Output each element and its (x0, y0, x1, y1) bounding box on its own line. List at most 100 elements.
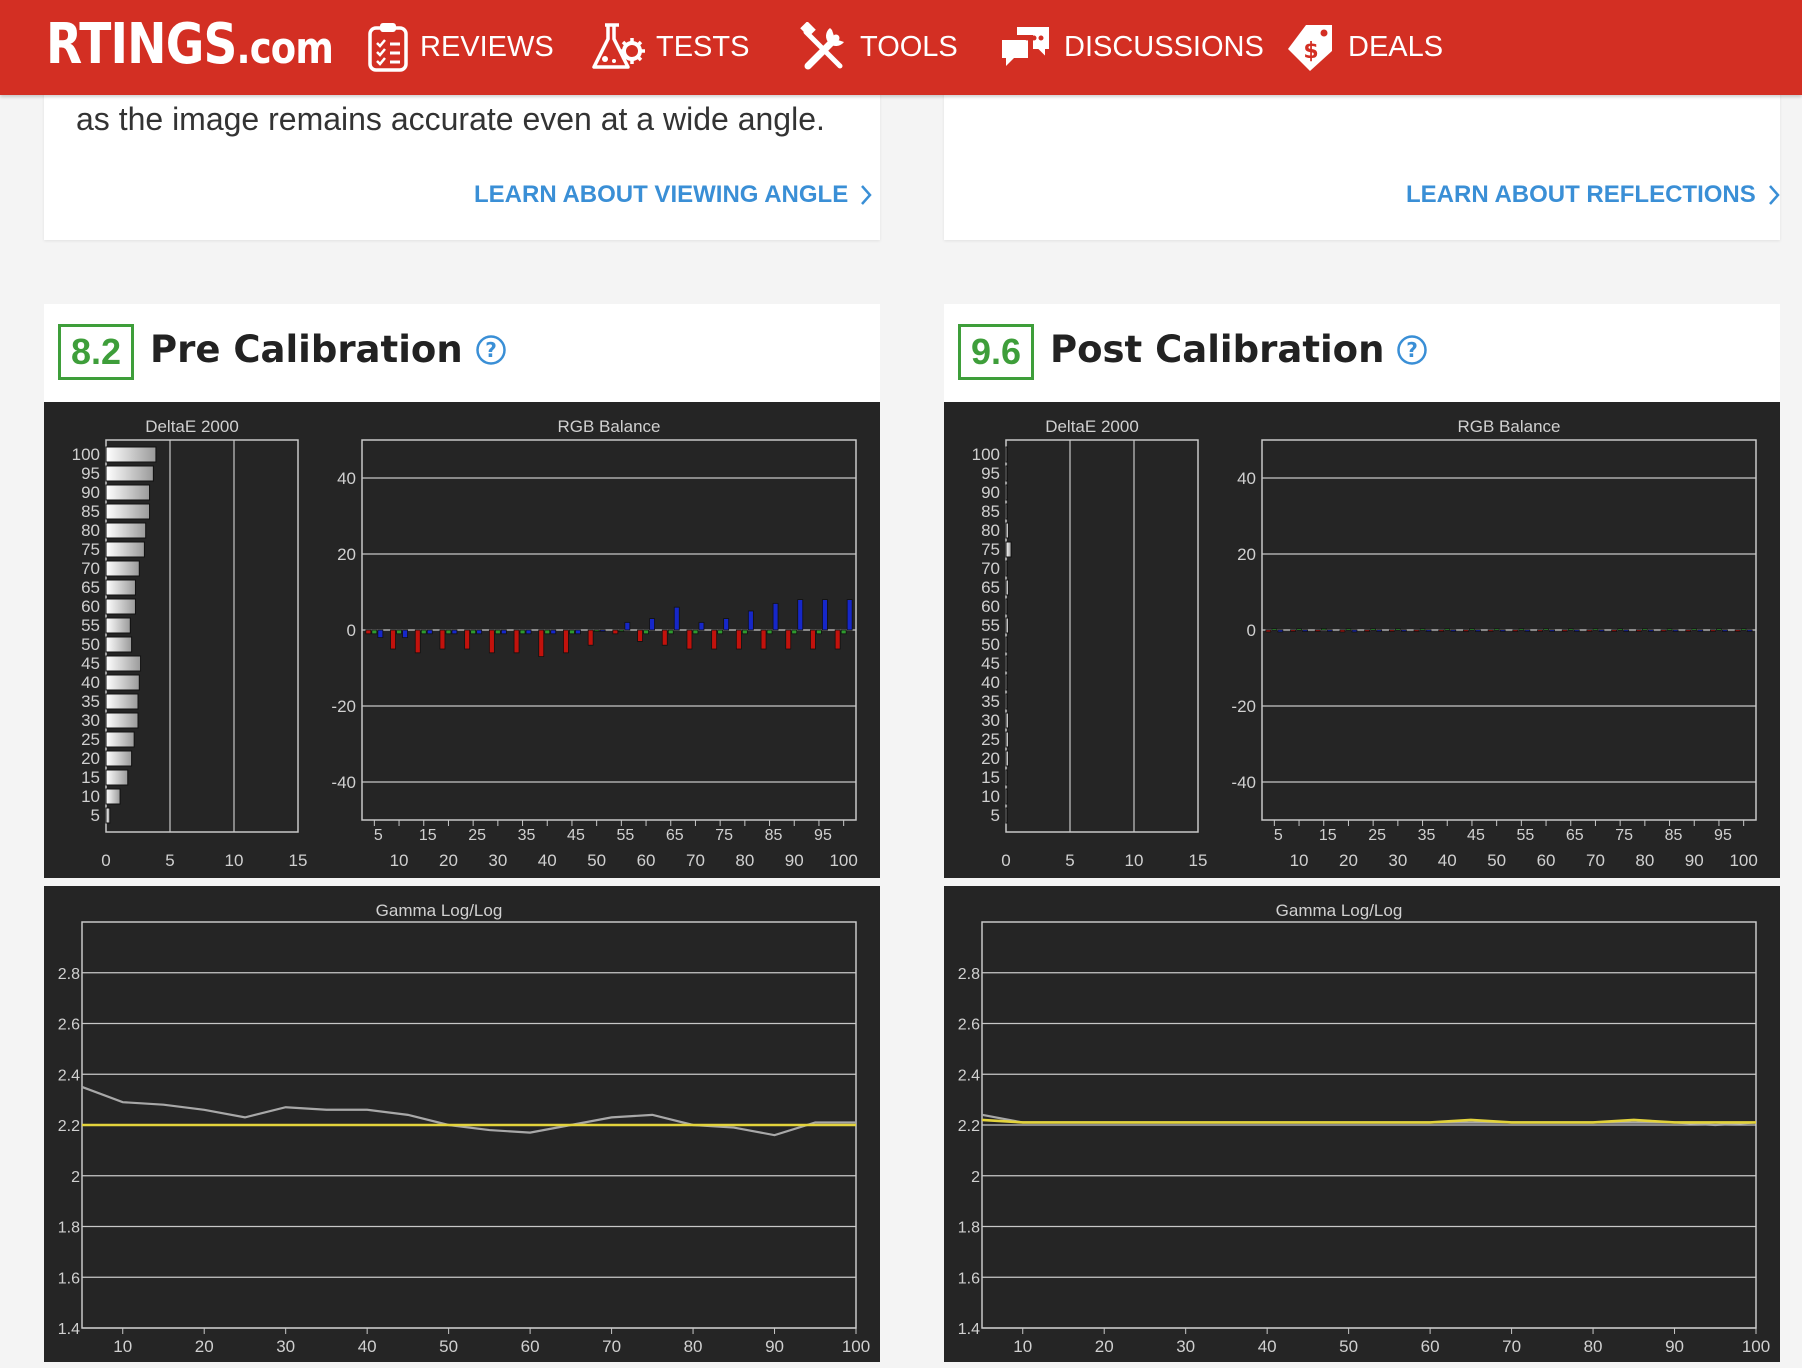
pre-calibration-title: Pre Calibration ? (150, 328, 507, 371)
gamma-x-tick-label: 50 (1339, 1337, 1358, 1356)
gamma-x-tick-label: 90 (765, 1337, 784, 1356)
deltae-y-tick-label: 95 (981, 464, 1000, 483)
rgb-y-tick-label: 0 (347, 621, 356, 640)
deltae-bar (105, 579, 136, 596)
rgb-bar-blue (698, 621, 705, 631)
deltae-bar (1005, 465, 1008, 482)
learn-viewing-angle-link[interactable]: LEARN ABOUT VIEWING ANGLE (474, 181, 872, 209)
rgb-bar-green (519, 629, 526, 635)
gamma-y-tick-label: 2 (71, 1169, 80, 1186)
rgb-bar-red (1611, 629, 1618, 632)
deltae-y-tick-label: 80 (81, 521, 100, 540)
deltae-bar (105, 655, 142, 672)
rgb-bar-green (1394, 628, 1401, 631)
rgb-bar-blue (599, 629, 606, 632)
deltae-bar (105, 503, 151, 520)
gamma-y-tick-label: 2.4 (58, 1067, 80, 1084)
deltae-x-tick-label: 5 (165, 851, 174, 870)
rgb-bar-red (1364, 629, 1371, 632)
gamma-x-tick-label: 100 (842, 1337, 870, 1356)
deltae-bar (1005, 788, 1008, 805)
rgb-bar-red (390, 629, 396, 650)
post-deltae-rgb-chart: DeltaE 20000 5 10 1510095908580757065605550… (972, 417, 1758, 870)
deltae-x-tick-label: 15 (1189, 851, 1208, 870)
nav-deals[interactable]: $ DEALS (1286, 20, 1443, 74)
pre-calibration-header: 8.2 Pre Calibration ? (44, 304, 880, 402)
rgb-bar-red (1463, 629, 1469, 632)
deltae-x-tick-label: 0 (1001, 851, 1010, 870)
rgb-bar-blue (377, 629, 384, 638)
deltae-bar (1005, 693, 1008, 710)
rgb-bar-green (618, 629, 625, 632)
rtings-logo[interactable]: RTINGS.com (46, 12, 334, 77)
gamma-x-tick-label: 10 (113, 1337, 132, 1356)
gamma-y-tick-label: 2.8 (58, 966, 80, 983)
deltae-bar (105, 636, 133, 653)
rgb-bar-red (686, 629, 693, 650)
rgb-bar-green (840, 629, 847, 635)
gamma-x-tick-label: 100 (1742, 1337, 1770, 1356)
rgb-bar-green (741, 629, 748, 635)
deltae-bar (1005, 484, 1008, 501)
rgb-bar-red (488, 629, 495, 654)
nav-discussions[interactable]: DISCUSSIONS (998, 20, 1264, 74)
rgb-bar-red (711, 629, 718, 650)
rgb-bar-red (1561, 629, 1568, 632)
learn-reflections-link[interactable]: LEARN ABOUT REFLECTIONS (1406, 181, 1780, 209)
rgb-bar-red (1314, 629, 1321, 632)
rgb-bar-blue (1425, 629, 1432, 632)
rgb-bar-green (791, 629, 798, 635)
gamma-x-tick-label: 50 (439, 1337, 458, 1356)
rgb-x-tick-label: 90 (1685, 851, 1704, 870)
pre-calibration-title-text: Pre Calibration (150, 328, 463, 371)
rgb-y-tick-label: -40 (331, 773, 356, 792)
gamma-y-tick-label: 2.2 (958, 1118, 980, 1135)
pre-calibration-charts: DeltaE 2000 0 5 10 15 100 95 90 85 80 75 70 65 60 55 50… (44, 402, 880, 878)
rgb-bar-green (494, 629, 501, 635)
nav-reviews[interactable]: REVIEWS (366, 20, 554, 74)
pre-deltae-rgb-chart: DeltaE 20000 5 10 1510095908580757065605550… (72, 417, 858, 870)
deltae-y-tick-label: 55 (981, 616, 1000, 635)
price-tag-icon: $ (1288, 25, 1332, 71)
rgb-y-tick-label: 20 (337, 545, 356, 564)
deltae-y-tick-label: 85 (981, 502, 1000, 521)
rgb-bar-green (1543, 628, 1549, 631)
rgb-x-tick-label: 70 (1586, 851, 1605, 870)
rgb-bar-blue (772, 602, 779, 631)
rgb-bar-blue (1623, 629, 1630, 632)
gamma-x-tick-label: 70 (602, 1337, 621, 1356)
deltae-frame (1005, 439, 1199, 833)
rgb-x-tick-label: 35 (1418, 827, 1436, 844)
chat-bubbles-icon (1002, 25, 1051, 66)
help-question-icon[interactable]: ? (475, 334, 507, 366)
rgb-bar-green (1567, 628, 1574, 631)
rgb-x-tick-label: 50 (587, 851, 606, 870)
deltae-y-tick-label: 55 (81, 616, 100, 635)
top-navigation-bar: RTINGS.com REVIEWS TESTS TOOLS DISCUSSIO… (0, 0, 1802, 95)
nav-tools[interactable]: TOOLS (800, 20, 958, 74)
rgb-x-tick-label: 45 (567, 827, 585, 844)
rgb-bar-green (1271, 628, 1278, 631)
deltae-bar (1005, 636, 1008, 653)
deltae-y-tick-label: 60 (981, 597, 1000, 616)
rgb-bar-green (717, 629, 724, 635)
gamma-y-tick-label: 1.4 (958, 1321, 980, 1338)
post-gamma-panel: Gamma Log/Log 2.8 2.6 2.4 2.2 2 1.8 1.6 1.4 10 20 3… (944, 886, 1780, 1362)
rgb-x-tick-label: 75 (1615, 827, 1633, 844)
deltae-y-tick-label: 20 (81, 749, 100, 768)
deltae-y-tick-label: 15 (81, 768, 100, 787)
rgb-bar-red (661, 629, 668, 646)
rgb-bar-green (1666, 628, 1673, 631)
deltae-bar (1005, 541, 1012, 558)
rgb-bar-red (735, 629, 742, 650)
deltae-y-tick-label: 80 (981, 521, 1000, 540)
deltae-bar (105, 712, 139, 729)
rgb-bar-red (414, 629, 421, 654)
nav-tests[interactable]: TESTS (590, 20, 749, 74)
rgb-bar-red (365, 629, 372, 635)
gamma-x-tick-label: 80 (684, 1337, 703, 1356)
chevron-right-icon (1768, 185, 1780, 205)
deltae-bar (105, 788, 121, 805)
help-question-icon[interactable]: ? (1396, 334, 1428, 366)
deltae-y-tick-label: 35 (981, 692, 1000, 711)
